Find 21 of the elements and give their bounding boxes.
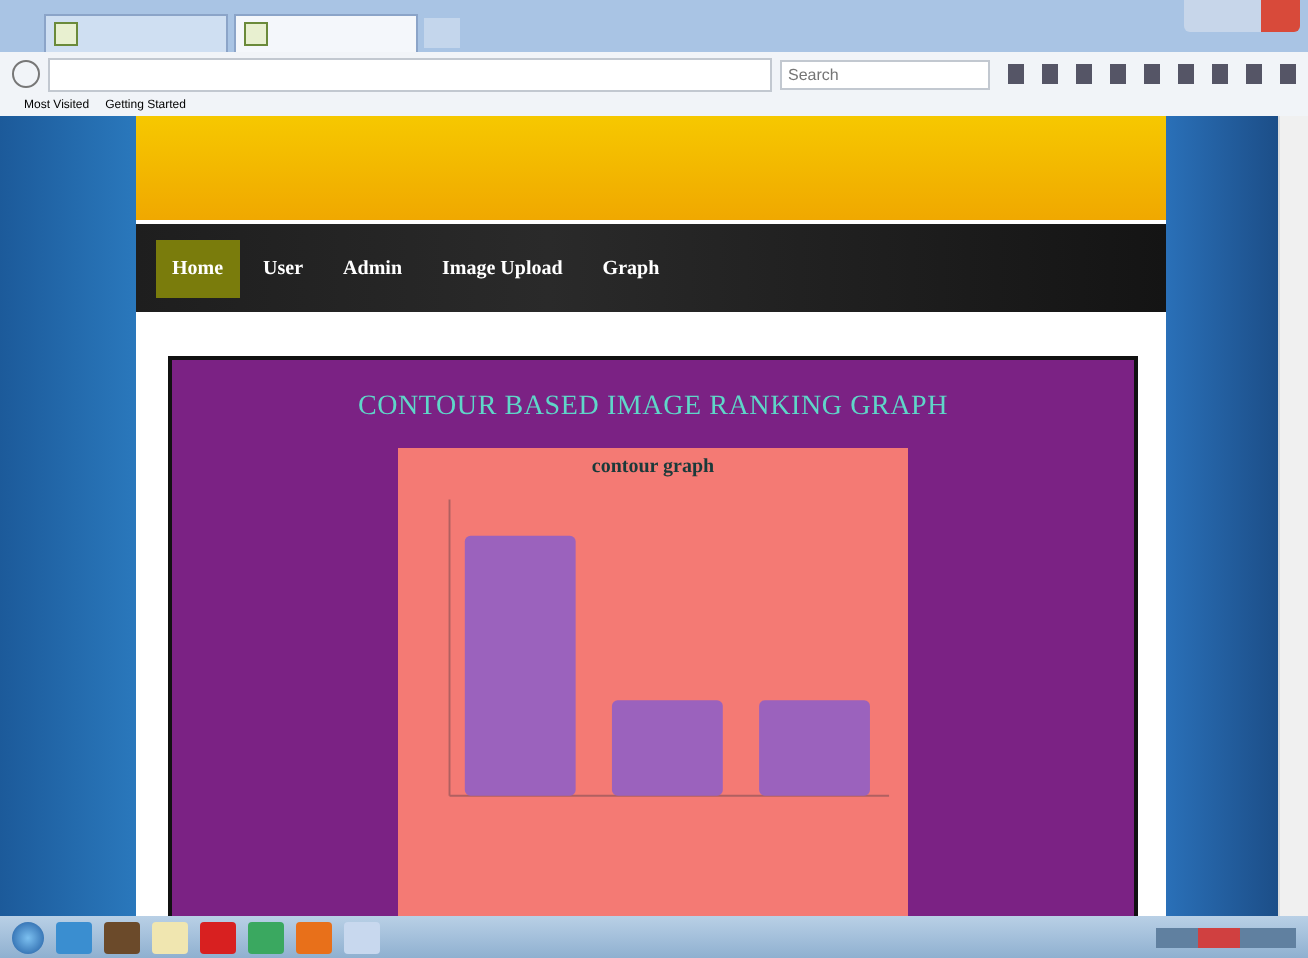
taskbar-icon[interactable] [104,921,140,953]
nav-item[interactable]: Admin [327,239,418,297]
scrollbar[interactable] [1278,116,1308,916]
nav-item[interactable]: Home [156,239,240,297]
back-icon[interactable] [12,60,40,88]
window-controls[interactable] [1184,0,1300,32]
browser-tab[interactable] [44,14,228,52]
taskbar-icon[interactable] [200,921,236,953]
chart-title: contour graph [591,456,715,478]
nav-item[interactable]: Graph [586,239,676,297]
page-heading: CONTOUR BASED IMAGE RANKING GRAPH [357,392,949,424]
address-field[interactable] [48,57,772,91]
nav-item[interactable]: User [247,239,320,297]
page-icon [54,22,78,46]
taskbar-icon[interactable] [56,921,92,953]
start-icon[interactable] [12,921,44,953]
browser-tab[interactable] [234,14,418,52]
search-field[interactable]: Search [780,59,990,89]
new-tab-button[interactable] [424,18,460,48]
page-icon [244,22,268,46]
nav-item[interactable]: Image Upload [426,239,579,297]
